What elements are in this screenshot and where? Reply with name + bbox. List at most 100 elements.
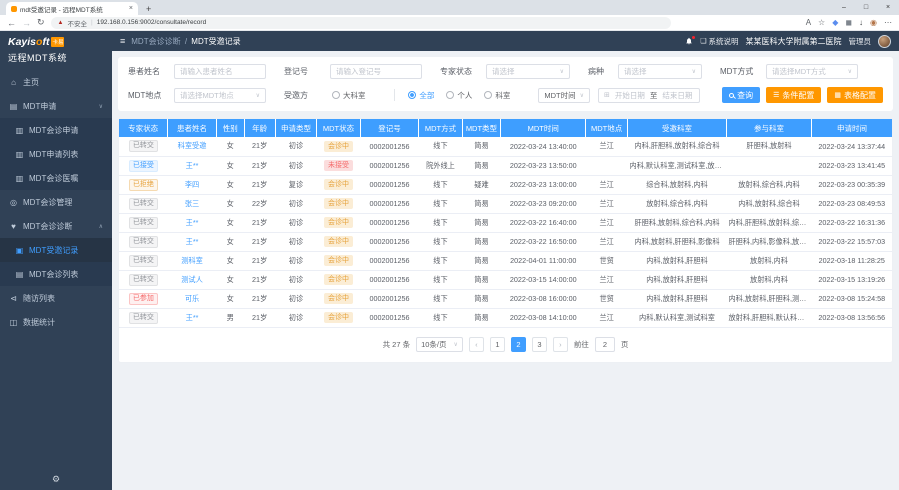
page-button-1[interactable]: 1 [490, 337, 505, 352]
sidebar-item-mdt-consult-manage[interactable]: ◎MDT会诊管理 [0, 190, 112, 214]
radio-all-label[interactable]: 全部 [419, 90, 434, 101]
expert-status-select[interactable]: 请选择∨ [486, 64, 570, 79]
maximize-button[interactable]: □ [855, 0, 877, 15]
more-icon[interactable]: ⋯ [884, 18, 892, 27]
radio-personal-label[interactable]: 个人 [457, 90, 472, 101]
sidebar-item-statistics[interactable]: ◫数据统计 [0, 310, 112, 334]
date-range-picker[interactable]: ⊞ 开始日期 至 结束日期 [598, 88, 700, 103]
sidebar-item-label: MDT会诊申请 [29, 125, 78, 136]
chevron-down-icon: ∨ [560, 68, 564, 75]
patient-name-input[interactable]: 请输入患者姓名 [174, 64, 266, 79]
condition-config-button[interactable]: ☰ 条件配置 [766, 87, 821, 103]
mdt-status-badge: 会诊中 [324, 236, 353, 247]
cell: 初诊 [275, 289, 317, 308]
mdt-mode-select[interactable]: 请选择MDT方式∨ [766, 64, 858, 79]
radio-dept[interactable] [484, 91, 492, 99]
new-tab-button[interactable]: + [146, 4, 151, 14]
patient-name-link[interactable]: 王** [186, 161, 199, 170]
hamburger-icon[interactable]: ≡ [120, 36, 125, 46]
next-page-button[interactable]: › [553, 337, 568, 352]
extension-icon-2[interactable]: ◼ [845, 18, 852, 27]
cell: 0002001256 [360, 232, 419, 251]
cell: 王** [168, 232, 217, 251]
chevron-down-icon: ∨ [848, 68, 852, 75]
cell: 简易 [462, 289, 501, 308]
downloads-icon[interactable]: ↓ [859, 18, 863, 27]
breadcrumb-group: MDT会诊诊断 [131, 37, 180, 46]
sidebar-item-mdt-apply-list[interactable]: ▥MDT申请列表 [0, 142, 112, 166]
patient-name-link[interactable]: 可乐 [185, 294, 199, 303]
forward-icon[interactable]: → [22, 18, 31, 28]
extension-icon-1[interactable]: ◆ [832, 18, 838, 27]
total-count: 共 27 条 [383, 339, 411, 350]
patient-name-link[interactable]: 王** [186, 313, 199, 322]
goto-page-input[interactable]: 2 [595, 337, 615, 352]
radio-dept-label[interactable]: 科室 [495, 90, 510, 101]
mdt-place-select[interactable]: 请选择MDT地点∨ [174, 88, 266, 103]
page-button-3[interactable]: 3 [532, 337, 547, 352]
search-button[interactable]: 查询 [722, 87, 760, 103]
cell: 2022-03-23 13:41:45 [811, 156, 892, 175]
disease-select[interactable]: 请选择∨ [618, 64, 702, 79]
refresh-icon[interactable]: ↻ [37, 17, 45, 28]
patient-name-link[interactable]: 王** [186, 237, 199, 246]
patient-name-link[interactable]: 测科室 [181, 256, 203, 265]
sidebar-item-mdt-consult-list[interactable]: ▤MDT会诊列表 [0, 262, 112, 286]
cell: 女 [216, 213, 244, 232]
sidebar-item-followup-list[interactable]: ⊲随访列表 [0, 286, 112, 310]
cell: 科室受邀 [168, 137, 217, 156]
sidebar-item-mdt-diagnosis[interactable]: ♥MDT会诊诊断∧ [0, 214, 112, 238]
table-config-button[interactable]: ▦ 表格配置 [827, 87, 883, 103]
patient-name-link[interactable]: 科室受邀 [178, 141, 207, 150]
tab-close-icon[interactable]: × [129, 5, 133, 12]
cell: 已转交 [119, 194, 168, 213]
close-button[interactable]: × [877, 0, 899, 15]
mdt-time-select[interactable]: MDT时间∨ [538, 88, 590, 103]
user-avatar[interactable] [878, 35, 891, 48]
minimize-button[interactable]: – [833, 0, 855, 15]
reg-no-input[interactable]: 请输入登记号 [330, 64, 422, 79]
favorites-icon[interactable]: ☆ [818, 18, 825, 27]
address-bar[interactable]: ▲ 不安全 | 192.168.0.156:9002/consultate/re… [51, 17, 671, 29]
sidebar-item-mdt-consult-order[interactable]: ▥MDT会诊医嘱 [0, 166, 112, 190]
sidebar-item-mdt-consult-apply[interactable]: ▥MDT会诊申请 [0, 118, 112, 142]
cell: 初诊 [275, 194, 317, 213]
browser-profile-icon[interactable]: ◉ [870, 18, 877, 27]
sidebar-item-mdt-apply[interactable]: ▤MDT申请∨ [0, 94, 112, 118]
page-size-select[interactable]: 10条/页 ∨ [416, 337, 463, 352]
cell: 女 [216, 251, 244, 270]
main-area: ≡ MDT会诊诊断 / MDT受邀记录 ❑ 系统说明 某某医科大学附属第二医院 … [112, 31, 899, 490]
cell: 简易 [462, 308, 501, 327]
url-text: 192.168.0.156:9002/consultate/record [97, 19, 207, 26]
patient-name-link[interactable]: 测试人 [181, 275, 203, 284]
cell: 已拒绝 [119, 175, 168, 194]
settings-gear-icon[interactable]: ⚙ [52, 474, 60, 485]
page-button-2[interactable]: 2 [511, 337, 526, 352]
radio-all[interactable] [408, 91, 416, 99]
read-aloud-icon[interactable]: A [806, 18, 811, 27]
radio-major-dept-label[interactable]: 大科室 [343, 90, 366, 101]
cell: 0002001256 [360, 194, 419, 213]
cell: 复诊 [275, 175, 317, 194]
notification-bell-icon[interactable] [685, 37, 693, 45]
sidebar-item-label: 主页 [23, 77, 39, 88]
radio-major-dept[interactable] [332, 91, 340, 99]
patient-name-link[interactable]: 张三 [185, 199, 199, 208]
sidebar-item-label: MDT会诊列表 [29, 269, 78, 280]
radio-personal[interactable] [446, 91, 454, 99]
browser-tab[interactable]: mdt受邀记录 - 远程MDT系统 × [6, 2, 138, 15]
patient-name-link[interactable]: 李四 [185, 180, 199, 189]
cell: 2022-03-22 16:50:00 [501, 232, 586, 251]
cell: 线下 [419, 175, 462, 194]
system-help[interactable]: ❑ 系统说明 [700, 36, 738, 47]
sidebar-item-home[interactable]: ⌂主页 [0, 70, 112, 94]
prev-page-button[interactable]: ‹ [469, 337, 484, 352]
cell: 会诊中 [317, 137, 360, 156]
column-header: 申请类型 [275, 119, 317, 137]
cell: 已接受 [119, 156, 168, 175]
cell: 2022-03-23 09:20:00 [501, 194, 586, 213]
hospital-name: 某某医科大学附属第二医院 [746, 36, 842, 47]
back-icon[interactable]: ← [7, 18, 16, 28]
sidebar-item-mdt-invited-records[interactable]: ▣MDT受邀记录 [0, 238, 112, 262]
patient-name-link[interactable]: 王** [186, 218, 199, 227]
